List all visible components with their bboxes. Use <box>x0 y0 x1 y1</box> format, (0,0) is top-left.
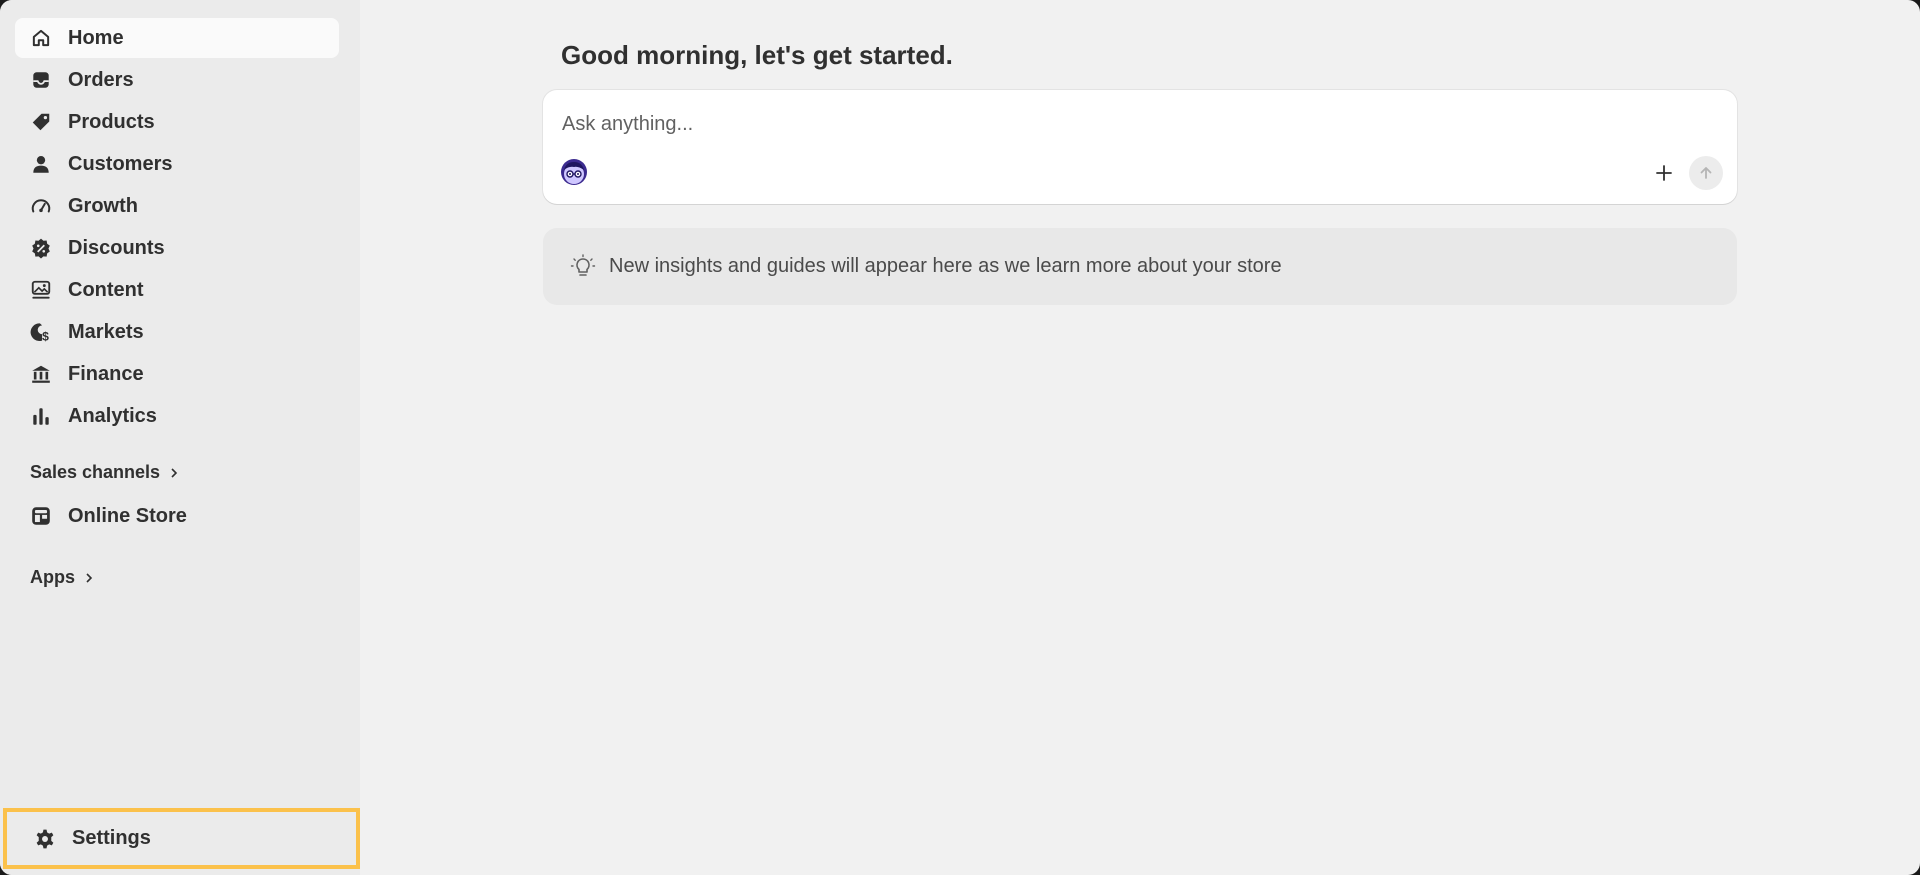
gauge-icon <box>29 194 53 218</box>
sidebar-item-online-store[interactable]: Online Store <box>15 496 339 536</box>
ask-input[interactable] <box>560 108 1664 140</box>
sidebar: Home Orders Products Customers Growth Di… <box>0 0 360 875</box>
person-icon <box>29 152 53 176</box>
bank-icon <box>29 362 53 386</box>
sidebar-item-home[interactable]: Home <box>15 18 339 58</box>
insights-text: New insights and guides will appear here… <box>609 255 1282 277</box>
sidebar-item-label: Orders <box>68 68 134 91</box>
home-icon <box>29 26 53 50</box>
sales-channels-label: Sales channels <box>30 462 161 482</box>
sidebar-item-finance[interactable]: Finance <box>15 354 339 394</box>
ask-card <box>543 90 1737 204</box>
sidebar-item-settings[interactable]: Settings <box>3 808 360 869</box>
app-window: Home Orders Products Customers Growth Di… <box>0 0 1920 875</box>
lightbulb-icon <box>569 253 597 281</box>
sidebar-item-label: Discounts <box>68 236 165 259</box>
arrow-up-icon <box>1700 167 1712 179</box>
store-icon <box>29 504 53 528</box>
settings-label: Settings <box>72 827 151 849</box>
globe-icon: $ <box>29 320 53 344</box>
add-attachment-button[interactable] <box>1649 158 1679 188</box>
sidebar-item-label: Markets <box>68 320 144 343</box>
sidebar-item-label: Home <box>68 26 124 49</box>
image-icon <box>29 278 53 302</box>
sidebar-item-customers[interactable]: Customers <box>15 144 339 184</box>
gear-icon <box>33 827 57 851</box>
sidebar-item-label: Growth <box>68 194 138 217</box>
sidebar-item-label: Customers <box>68 152 173 175</box>
main-content: Good morning, let's get started. Ask any… <box>360 0 1920 875</box>
sidebar-item-label: Online Store <box>68 504 187 527</box>
apps-header[interactable]: Apps <box>30 567 94 588</box>
apps-label: Apps <box>30 567 75 587</box>
chevron-right-icon <box>84 572 94 584</box>
page-title: Good morning, let's get started. <box>561 40 953 70</box>
plus-icon <box>1656 165 1672 181</box>
sidebar-item-label: Finance <box>68 362 144 385</box>
sidebar-item-content[interactable]: Content <box>15 270 339 310</box>
sidebar-item-markets[interactable]: $ Markets <box>15 312 339 352</box>
inbox-icon <box>29 68 53 92</box>
sales-channels-header[interactable]: Sales channels <box>30 462 179 483</box>
sidebar-item-growth[interactable]: Growth <box>15 186 339 226</box>
svg-text:$: $ <box>42 329 49 343</box>
discount-icon <box>29 236 53 260</box>
chevron-right-icon <box>169 467 179 479</box>
sidebar-item-products[interactable]: Products <box>15 102 339 142</box>
assistant-avatar <box>560 158 588 186</box>
sidebar-item-orders[interactable]: Orders <box>15 60 339 100</box>
sidebar-nav: Home Orders Products Customers Growth Di… <box>15 18 339 438</box>
tag-icon <box>29 110 53 134</box>
sidebar-item-discounts[interactable]: Discounts <box>15 228 339 268</box>
sidebar-item-label: Content <box>68 278 144 301</box>
bar-chart-icon <box>29 404 53 428</box>
sidebar-item-label: Products <box>68 110 155 133</box>
insights-banner: New insights and guides will appear here… <box>543 228 1737 305</box>
sidebar-item-label: Analytics <box>68 404 157 427</box>
send-button[interactable] <box>1689 156 1723 190</box>
sidebar-item-analytics[interactable]: Analytics <box>15 396 339 436</box>
